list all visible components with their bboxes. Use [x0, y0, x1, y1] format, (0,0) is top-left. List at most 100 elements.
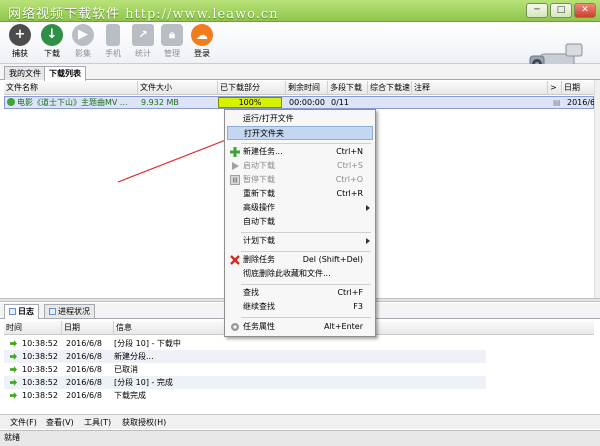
menu-redownload[interactable]: 重新下载 Ctrl+R: [227, 187, 373, 201]
menu-tools[interactable]: 工具(T): [84, 417, 111, 428]
log-date: 2016/6/8: [66, 391, 102, 400]
col-date[interactable]: 日期: [562, 81, 594, 95]
menu-pause-shortcut: Ctrl+O: [335, 175, 363, 184]
col-file-name[interactable]: 文件名称: [4, 81, 138, 95]
menu-new-task[interactable]: 新建任务... Ctrl+N: [227, 145, 373, 159]
maximize-button[interactable]: □: [550, 3, 572, 18]
add-icon: [230, 147, 240, 157]
menu-license[interactable]: 获取授权(H): [122, 417, 166, 428]
col-log-time[interactable]: 时间: [4, 321, 62, 335]
process-tab-icon: [49, 308, 56, 315]
log-time: 10:38:52: [22, 339, 58, 348]
log-time: 10:38:52: [22, 391, 58, 400]
col-downloaded[interactable]: 已下载部分: [218, 81, 286, 95]
tab-process-label: 进程状况: [58, 307, 90, 316]
arrow-right-icon: [10, 366, 17, 373]
menu-open-file[interactable]: 运行/打开文件: [227, 112, 373, 126]
album-button[interactable]: ▶ 影集: [69, 24, 97, 59]
menu-auto-download[interactable]: 自动下载: [227, 215, 373, 229]
menu-redownload-label: 重新下载: [243, 189, 275, 198]
file-size: 9.932 MB: [141, 98, 179, 107]
login-label: 登录: [194, 49, 210, 58]
manage-label: 管理: [164, 49, 180, 58]
gear-icon: [231, 323, 239, 331]
tab-log[interactable]: 日志: [4, 304, 39, 319]
cloud-icon: ☁: [191, 24, 213, 46]
col-remaining[interactable]: 剩余时间: [286, 81, 328, 95]
menu-find[interactable]: 查找 Ctrl+F: [227, 286, 373, 300]
delete-icon: [230, 255, 240, 265]
col-file-size[interactable]: 文件大小: [138, 81, 218, 95]
menu-new-task-label: 新建任务...: [243, 147, 283, 156]
file-name-cell: 电影《道士下山》主题曲MV ...: [5, 97, 139, 109]
menu-auto-label: 自动下载: [243, 217, 275, 226]
close-button[interactable]: ✕: [574, 3, 596, 18]
menu-advanced-label: 高级操作: [243, 203, 275, 212]
download-button[interactable]: ↓ 下载: [38, 24, 66, 59]
file-type-icon: ▤: [553, 98, 561, 107]
log-row: 10:38:52 2016/6/8 [分段 10] - 下载中: [4, 337, 486, 350]
tab-log-label: 日志: [18, 307, 34, 316]
col-log-date[interactable]: 日期: [62, 321, 114, 335]
remaining-time: 00:00:00: [289, 98, 325, 107]
log-tab-icon: [9, 308, 16, 315]
minimize-button[interactable]: ─: [526, 3, 548, 18]
download-label: 下载: [44, 49, 60, 58]
menu-scheduled-label: 计划下载: [243, 236, 275, 245]
progress-bar: 100%: [218, 97, 282, 108]
stats-label: 统计: [135, 49, 151, 58]
menu-new-task-shortcut: Ctrl+N: [336, 147, 363, 156]
menu-open-file-label: 运行/打开文件: [243, 114, 294, 123]
menu-bar: 文件(F) 查看(V) 工具(T) 获取授权(H): [0, 414, 600, 429]
context-menu: 运行/打开文件 打开文件夹 新建任务... Ctrl+N 启动下载 Ctrl+S…: [224, 109, 376, 337]
arrow-right-icon: [10, 379, 17, 386]
tab-download-list[interactable]: 下载列表: [44, 66, 86, 81]
menu-file[interactable]: 文件(F): [10, 417, 37, 428]
menu-start-label: 启动下载: [243, 161, 275, 170]
col-speed[interactable]: 综合下载速: [368, 81, 412, 95]
menu-find-next[interactable]: 继续查找 F3: [227, 300, 373, 314]
col-more[interactable]: >: [548, 81, 562, 95]
segments: 0/11: [331, 98, 349, 107]
download-list-header: 文件名称 文件大小 已下载部分 剩余时间 多段下载 综合下载速 注释 > 日期: [4, 81, 594, 95]
menu-properties-shortcut: Alt+Enter: [323, 322, 363, 331]
menu-open-folder[interactable]: 打开文件夹: [227, 126, 373, 140]
col-segments[interactable]: 多段下载: [328, 81, 368, 95]
submenu-arrow-icon: [366, 205, 370, 211]
menu-start-download[interactable]: 启动下载 Ctrl+S: [227, 159, 373, 173]
window-controls: ─ □ ✕: [526, 3, 596, 18]
menu-separator: [241, 143, 371, 144]
capture-button[interactable]: + 捕获: [6, 24, 34, 59]
menu-separator: [241, 251, 371, 252]
menu-delete-shortcut: Del (Shift+Del): [302, 255, 363, 264]
menu-delete-all[interactable]: 彻底删除此收藏和文件...: [227, 267, 373, 281]
play-icon: [232, 162, 239, 170]
menu-delete-task[interactable]: 删除任务 Del (Shift+Del): [227, 253, 373, 267]
title-bar: 网络视频下载软件 http://www.leawo.cn ─ □ ✕: [0, 0, 600, 22]
done-icon: [7, 98, 15, 106]
tab-process-status[interactable]: 进程状况: [44, 304, 95, 318]
stats-button[interactable]: ↗ 统计: [129, 24, 157, 59]
menu-scheduled[interactable]: 计划下载: [227, 234, 373, 248]
login-button[interactable]: ☁ 登录: [188, 24, 216, 59]
main-tabs: 我的文件 下载列表: [0, 64, 600, 81]
menu-task-properties[interactable]: 任务属性 Alt+Enter: [227, 320, 373, 334]
menu-properties-label: 任务属性: [243, 322, 275, 331]
chart-icon: ↗: [132, 24, 154, 46]
status-bar: 就绪: [0, 430, 600, 446]
menu-pause-download[interactable]: 暂停下载 Ctrl+O: [227, 173, 373, 187]
log-time: 10:38:52: [22, 352, 58, 361]
menu-view[interactable]: 查看(V): [46, 417, 74, 428]
tab-my-files[interactable]: 我的文件: [4, 66, 46, 80]
submenu-arrow-icon: [366, 238, 370, 244]
phone-button[interactable]: 手机: [99, 24, 127, 59]
menu-delete-label: 删除任务: [243, 255, 275, 264]
manage-button[interactable]: 🔒︎ 管理: [158, 24, 186, 59]
log-row: 10:38:52 2016/6/8 下载完成: [4, 389, 486, 402]
col-note[interactable]: 注释: [412, 81, 548, 95]
menu-advanced[interactable]: 高级操作: [227, 201, 373, 215]
list-scrollbar[interactable]: [594, 80, 600, 298]
download-row[interactable]: 电影《道士下山》主题曲MV ... 9.932 MB 00:00:00 0/11…: [4, 96, 595, 109]
log-date: 2016/6/8: [66, 378, 102, 387]
window-title: 网络视频下载软件 http://www.leawo.cn: [8, 7, 279, 22]
